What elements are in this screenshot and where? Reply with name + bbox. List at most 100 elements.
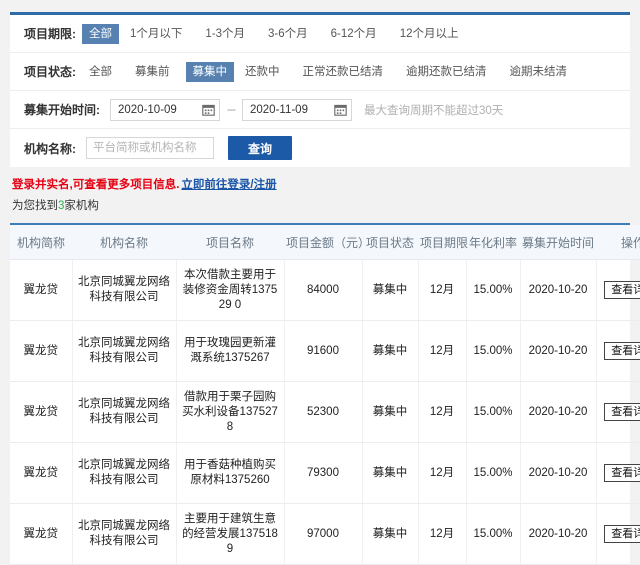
cell-project: 借款用于栗子园购买水利设备1375278 xyxy=(176,381,285,443)
result-summary-prefix: 为您找到 xyxy=(12,200,58,212)
cell-status: 募集中 xyxy=(362,320,419,382)
cell-term: 12月 xyxy=(418,442,467,504)
term-option-6-12m[interactable]: 6-12个月 xyxy=(324,24,384,44)
term-option-1-3m[interactable]: 1-3个月 xyxy=(198,24,252,44)
cell-start: 2020-10-20 xyxy=(520,503,597,565)
cell-org: 北京同城翼龙网络科技有限公司 xyxy=(72,503,177,565)
view-detail-button[interactable]: 查看详情 xyxy=(604,281,640,299)
col-header-status: 项目状态 xyxy=(362,225,418,260)
status-option-overdue-unsettled[interactable]: 逾期未结清 xyxy=(503,62,575,82)
cell-org: 北京同城翼龙网络科技有限公司 xyxy=(72,442,177,504)
date-range-separator: --- xyxy=(227,103,236,116)
filter-row-date: 募集开始时间: 2020-10-09 --- 2020-11-09 最大查询周期… xyxy=(10,91,630,129)
term-option-under-1m[interactable]: 1个月以下 xyxy=(123,24,189,44)
results-table: 机构简称 机构名称 项目名称 项目金额（元） 项目状态 项目期限 年化利率 募集… xyxy=(10,225,640,565)
status-option-settled-normal[interactable]: 正常还款已结清 xyxy=(296,62,391,82)
cell-term: 12月 xyxy=(418,381,467,443)
date-start-input[interactable]: 2020-10-09 xyxy=(110,98,220,121)
cell-project: 用于玫瑰园更新灌溉系统1375267 xyxy=(176,320,285,382)
cell-org: 北京同城翼龙网络科技有限公司 xyxy=(72,259,177,321)
status-option-settled-overdue[interactable]: 逾期还款已结清 xyxy=(399,62,494,82)
col-header-project: 项目名称 xyxy=(176,225,284,260)
login-notice: 登录并实名,可查看更多项目信息. 立即前往登录/注册 xyxy=(12,178,630,193)
term-option-all[interactable]: 全部 xyxy=(82,23,119,44)
table-row: 翼龙贷 北京同城翼龙网络科技有限公司 用于玫瑰园更新灌溉系统1375267 91… xyxy=(10,320,640,382)
result-summary: 为您找到3家机构 xyxy=(12,199,630,214)
cell-term: 12月 xyxy=(418,503,467,565)
col-header-term: 项目期限 xyxy=(418,225,468,260)
calendar-icon xyxy=(334,104,347,116)
cell-start: 2020-10-20 xyxy=(520,381,597,443)
cell-action: 查看详情 xyxy=(596,381,640,443)
cell-project: 用于香菇种植购买原材料1375260 xyxy=(176,442,285,504)
page-root: 项目期限: 全部 1个月以下 1-3个月 3-6个月 6-12个月 12个月以上… xyxy=(0,0,640,565)
col-header-org: 机构名称 xyxy=(72,225,176,260)
login-notice-warning: 登录并实名,可查看更多项目信息. xyxy=(12,179,180,191)
filter-panel: 项目期限: 全部 1个月以下 1-3个月 3-6个月 6-12个月 12个月以上… xyxy=(10,12,630,167)
col-header-rate: 年化利率 xyxy=(466,225,520,260)
cell-rate: 15.00% xyxy=(466,320,521,382)
cell-start: 2020-10-20 xyxy=(520,259,597,321)
cell-status: 募集中 xyxy=(362,381,419,443)
cell-term: 12月 xyxy=(418,320,467,382)
filter-row-org: 机构名称: 查询 xyxy=(10,129,630,167)
filter-row-status: 项目状态: 全部 募集前 募集中 还款中 正常还款已结清 逾期还款已结清 逾期未… xyxy=(10,53,630,91)
cell-action: 查看详情 xyxy=(596,442,640,504)
term-option-over-12m[interactable]: 12个月以上 xyxy=(393,24,466,44)
cell-project: 本次借款主要用于装修资金周转137529 0 xyxy=(176,259,285,321)
cell-term: 12月 xyxy=(418,259,467,321)
cell-status: 募集中 xyxy=(362,442,419,504)
date-end-input[interactable]: 2020-11-09 xyxy=(242,98,352,121)
login-register-link[interactable]: 立即前往登录/注册 xyxy=(181,179,276,191)
status-option-all[interactable]: 全部 xyxy=(82,62,119,82)
col-header-amount: 项目金额（元） xyxy=(284,225,370,260)
cell-abbr: 翼龙贷 xyxy=(10,442,73,504)
date-range-hint: 最大查询周期不能超过30天 xyxy=(364,104,504,117)
table-body: 翼龙贷 北京同城翼龙网络科技有限公司 本次借款主要用于装修资金周转137529 … xyxy=(10,259,640,565)
table-row: 翼龙贷 北京同城翼龙网络科技有限公司 用于香菇种植购买原材料1375260 79… xyxy=(10,442,640,504)
view-detail-button[interactable]: 查看详情 xyxy=(604,525,640,543)
cell-project: 主要用于建筑生意的经营发展1375189 xyxy=(176,503,285,565)
cell-rate: 15.00% xyxy=(466,442,521,504)
view-detail-button[interactable]: 查看详情 xyxy=(604,464,640,482)
cell-start: 2020-10-20 xyxy=(520,320,597,382)
cell-rate: 15.00% xyxy=(466,381,521,443)
filter-label-org: 机构名称: xyxy=(24,141,76,156)
cell-abbr: 翼龙贷 xyxy=(10,503,73,565)
status-option-raising[interactable]: 募集中 xyxy=(185,61,234,82)
cell-rate: 15.00% xyxy=(466,259,521,321)
cell-org: 北京同城翼龙网络科技有限公司 xyxy=(72,320,177,382)
status-option-repaying[interactable]: 还款中 xyxy=(238,62,287,82)
col-header-abbr: 机构简称 xyxy=(10,225,72,260)
table-row: 翼龙贷 北京同城翼龙网络科技有限公司 主要用于建筑生意的经营发展1375189 … xyxy=(10,503,640,565)
result-summary-suffix: 家机构 xyxy=(64,200,99,212)
org-name-input[interactable] xyxy=(86,137,214,159)
results-table-wrap: 机构简称 机构名称 项目名称 项目金额（元） 项目状态 项目期限 年化利率 募集… xyxy=(10,223,640,565)
cell-amount: 97000 xyxy=(284,503,363,565)
cell-amount: 91600 xyxy=(284,320,363,382)
cell-action: 查看详情 xyxy=(596,259,640,321)
term-option-3-6m[interactable]: 3-6个月 xyxy=(261,24,315,44)
view-detail-button[interactable]: 查看详情 xyxy=(604,403,640,421)
cell-action: 查看详情 xyxy=(596,320,640,382)
cell-amount: 52300 xyxy=(284,381,363,443)
calendar-icon xyxy=(202,104,215,116)
filter-label-status: 项目状态: xyxy=(24,65,76,79)
cell-org: 北京同城翼龙网络科技有限公司 xyxy=(72,381,177,443)
date-end-value: 2020-11-09 xyxy=(250,103,308,116)
filter-label-term: 项目期限: xyxy=(24,27,76,41)
table-row: 翼龙贷 北京同城翼龙网络科技有限公司 本次借款主要用于装修资金周转137529 … xyxy=(10,259,640,321)
cell-abbr: 翼龙贷 xyxy=(10,320,73,382)
cell-rate: 15.00% xyxy=(466,503,521,565)
filter-label-date: 募集开始时间: xyxy=(24,103,100,117)
status-option-pre-raise[interactable]: 募集前 xyxy=(128,62,177,82)
search-button[interactable]: 查询 xyxy=(228,136,292,160)
filter-row-term: 项目期限: 全部 1个月以下 1-3个月 3-6个月 6-12个月 12个月以上 xyxy=(10,15,630,53)
col-header-action: 操作 xyxy=(596,225,640,260)
cell-start: 2020-10-20 xyxy=(520,442,597,504)
cell-abbr: 翼龙贷 xyxy=(10,381,73,443)
cell-abbr: 翼龙贷 xyxy=(10,259,73,321)
view-detail-button[interactable]: 查看详情 xyxy=(604,342,640,360)
table-header-row: 机构简称 机构名称 项目名称 项目金额（元） 项目状态 项目期限 年化利率 募集… xyxy=(10,225,640,260)
cell-action: 查看详情 xyxy=(596,503,640,565)
